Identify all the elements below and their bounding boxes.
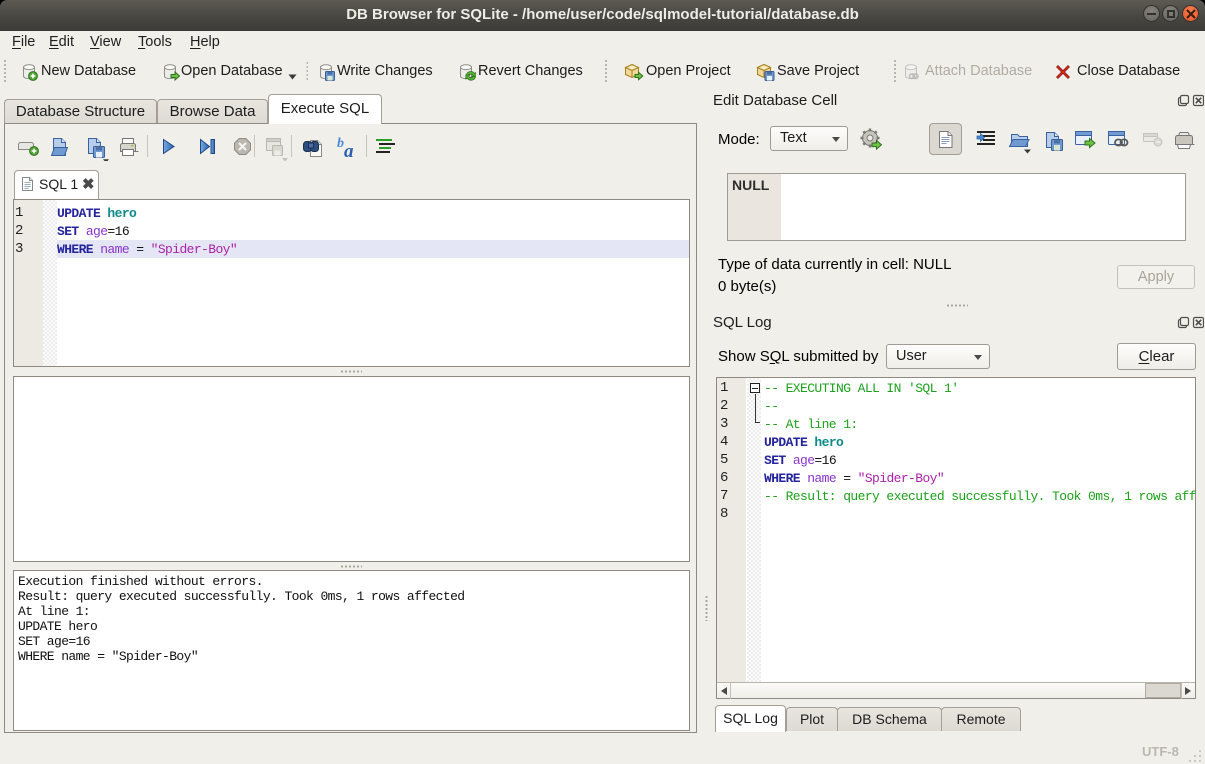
svg-text:b: b: [337, 136, 344, 151]
svg-text:a: a: [344, 141, 354, 160]
